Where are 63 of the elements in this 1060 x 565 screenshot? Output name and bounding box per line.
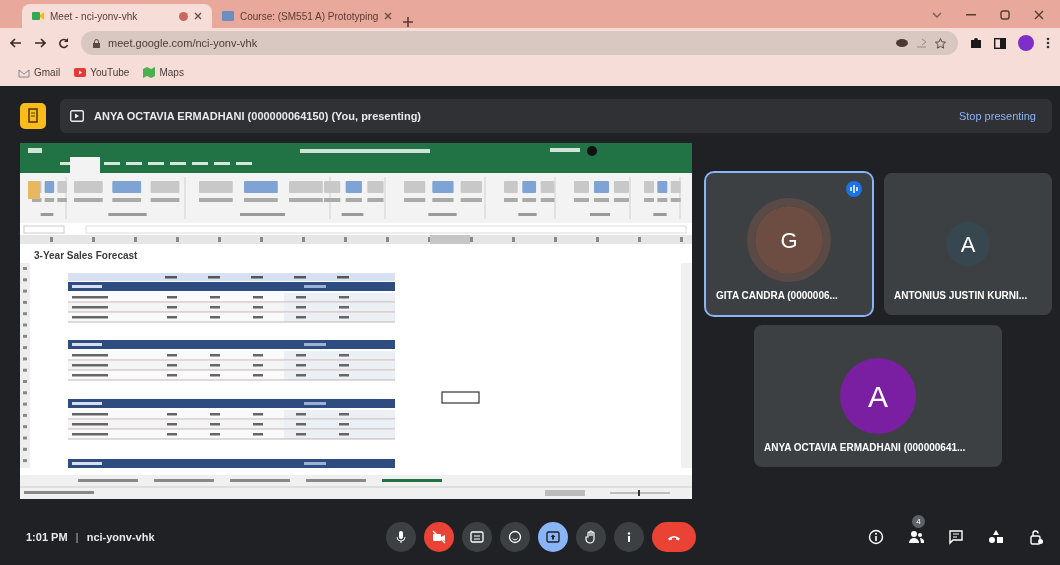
sidebar-icon[interactable]: [994, 37, 1006, 49]
minimize-icon[interactable]: [966, 14, 976, 16]
chat-icon[interactable]: [948, 529, 964, 545]
present-icon: [546, 530, 560, 544]
close-icon[interactable]: [1034, 10, 1044, 20]
tab-title: Course: (SM551 A) Prototyping: [240, 9, 379, 24]
participant-avatar: A: [840, 358, 916, 434]
hand-icon: [584, 530, 598, 544]
mic-button[interactable]: [386, 522, 416, 552]
participant-name: ANTONIUS JUSTIN KURNI...: [894, 289, 1028, 303]
lock-icon: [93, 38, 100, 48]
map-icon: [143, 66, 156, 78]
play-icon: [74, 66, 87, 78]
emoji-icon: [508, 530, 522, 544]
back-icon[interactable]: [10, 38, 22, 48]
captions-button[interactable]: [462, 522, 492, 552]
shapes-icon[interactable]: [988, 529, 1004, 545]
bookmark-link[interactable]: YouTube: [74, 64, 130, 80]
star-icon[interactable]: [935, 37, 946, 49]
people-icon[interactable]: [908, 529, 924, 545]
microphone-icon: [394, 530, 408, 544]
camera-off-icon: [432, 530, 446, 544]
captions-icon: [470, 530, 484, 544]
meeting-code: nci-yonv-vhk: [86, 529, 155, 545]
tab-title: Meet - nci-yonv-vhk: [50, 9, 139, 24]
info-icon[interactable]: [868, 529, 884, 545]
present-button[interactable]: [538, 522, 568, 552]
close-icon[interactable]: [194, 12, 202, 20]
reload-icon[interactable]: [58, 37, 69, 49]
emoji-button[interactable]: [500, 522, 530, 552]
end-call-button[interactable]: [652, 522, 696, 552]
more-button[interactable]: [614, 522, 644, 552]
bookmark-link[interactable]: Gmail: [18, 64, 61, 80]
participant-count-badge: 4: [912, 515, 925, 528]
participant-name: ANYA OCTAVIA ERMADHANI (000000641...: [764, 441, 966, 455]
close-icon[interactable]: [384, 12, 393, 20]
page-icon: [222, 11, 234, 21]
participant-name: GITA CANDRA (0000006...: [716, 289, 838, 303]
present-icon: [70, 110, 84, 122]
video-icon: [32, 11, 44, 21]
chevron-down-icon[interactable]: [932, 12, 942, 18]
separator-text: |: [75, 529, 79, 545]
camera-button[interactable]: [424, 522, 454, 552]
lock-icon[interactable]: [1028, 529, 1044, 545]
mail-icon: [18, 66, 30, 78]
time-text: 1:01 PM: [26, 529, 68, 545]
audio-level-icon: [846, 181, 862, 197]
forward-icon[interactable]: [34, 38, 46, 48]
document-icon[interactable]: [20, 103, 46, 129]
browser-tab[interactable]: Meet - nci-yonv-vhk: [22, 4, 212, 28]
restore-icon[interactable]: [1000, 10, 1010, 20]
address-bar[interactable]: meet.google.com/nci-yonv-vhk: [81, 31, 958, 55]
bookmark-link[interactable]: Maps: [143, 64, 184, 80]
new-tab-icon[interactable]: [402, 16, 414, 28]
menu-icon[interactable]: [1046, 37, 1050, 49]
url-text: meet.google.com/nci-yonv-vhk: [108, 35, 258, 51]
presenter-label: ANYA OCTAVIA ERMADHANI (000000064150) (You, presenting): [94, 108, 422, 124]
browser-tab[interactable]: Course: (SM551 A) Prototyping: [212, 4, 402, 28]
participant-avatar: A: [946, 222, 990, 266]
sheet-title: 3-Year Sales Forecast: [33, 249, 139, 263]
stop-presenting-button[interactable]: Stop presenting: [952, 103, 1042, 129]
profile-avatar-icon[interactable]: [1018, 35, 1034, 51]
hand-button[interactable]: [576, 522, 606, 552]
